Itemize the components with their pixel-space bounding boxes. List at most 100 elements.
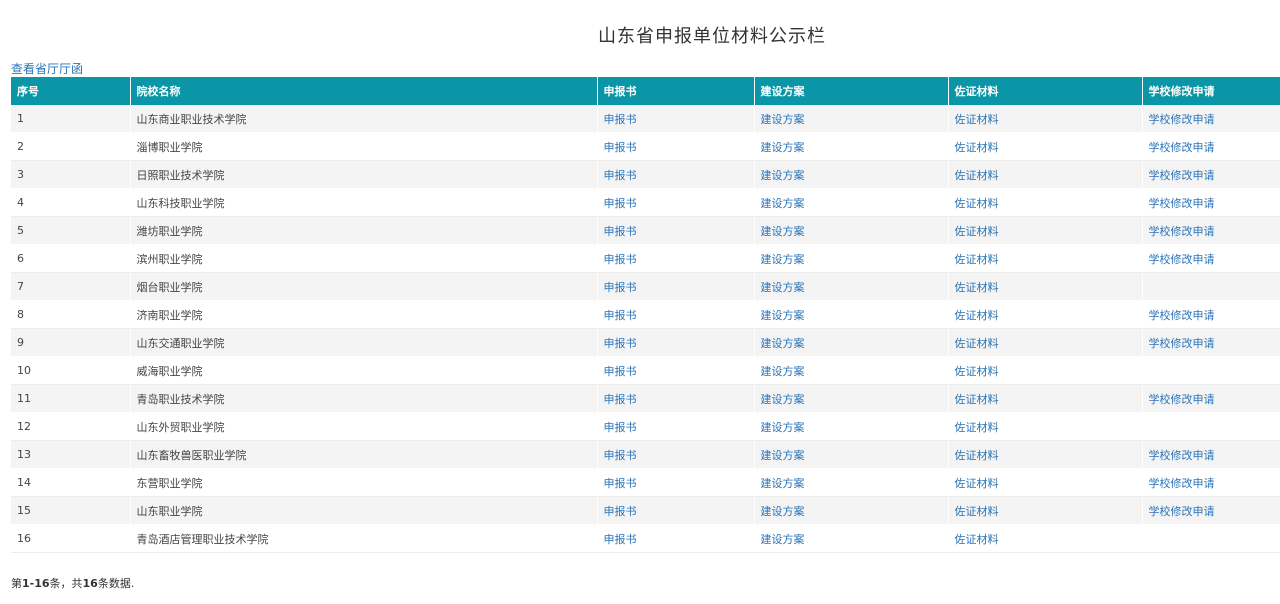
application-link[interactable]: 申报书 [604,225,637,238]
row-index: 6 [11,244,131,273]
supporting-materials-link[interactable]: 佐证材料 [955,337,999,350]
revision-request-link[interactable]: 学校修改申请 [1149,113,1215,126]
construction-plan-link[interactable]: 建设方案 [761,197,805,210]
application-link[interactable]: 申报书 [604,477,637,490]
construction-plan-link[interactable]: 建设方案 [761,533,805,546]
supporting-materials-link[interactable]: 佐证材料 [955,113,999,126]
row-cell-b: 建设方案 [754,412,949,441]
supporting-materials-link[interactable]: 佐证材料 [955,449,999,462]
row-cell-a: 申报书 [597,216,755,245]
supporting-materials-link[interactable]: 佐证材料 [955,141,999,154]
revision-request-link[interactable]: 学校修改申请 [1149,393,1215,406]
construction-plan-link[interactable]: 建设方案 [761,449,805,462]
application-link[interactable]: 申报书 [604,449,637,462]
row-cell-d: 学校修改申请 [1142,300,1280,329]
application-link[interactable]: 申报书 [604,365,637,378]
revision-request-link[interactable]: 学校修改申请 [1149,141,1215,154]
row-cell-b: 建设方案 [754,272,949,301]
application-link[interactable]: 申报书 [604,505,637,518]
application-link[interactable]: 申报书 [604,337,637,350]
materials-table: 序号 院校名称 申报书 建设方案 佐证材料 学校修改申请 1 山东商业职业技术学院… [11,77,1280,553]
application-link[interactable]: 申报书 [604,253,637,266]
row-index: 2 [11,132,131,161]
construction-plan-link[interactable]: 建设方案 [761,225,805,238]
construction-plan-link[interactable]: 建设方案 [761,141,805,154]
revision-request-link[interactable]: 学校修改申请 [1149,253,1215,266]
application-link[interactable]: 申报书 [604,533,637,546]
supporting-materials-link[interactable]: 佐证材料 [955,505,999,518]
construction-plan-link[interactable]: 建设方案 [761,253,805,266]
summary-total: 16 [82,577,98,590]
table-row: 5 潍坊职业学院 申报书 建设方案 佐证材料 学校修改申请 [11,216,1280,245]
supporting-materials-link[interactable]: 佐证材料 [955,225,999,238]
row-cell-c: 佐证材料 [948,244,1143,273]
construction-plan-link[interactable]: 建设方案 [761,505,805,518]
row-cell-a: 申报书 [597,468,755,497]
revision-request-link[interactable]: 学校修改申请 [1149,477,1215,490]
supporting-materials-link[interactable]: 佐证材料 [955,365,999,378]
revision-request-link[interactable]: 学校修改申请 [1149,505,1215,518]
row-cell-b: 建设方案 [754,356,949,385]
application-link[interactable]: 申报书 [604,197,637,210]
row-index: 4 [11,188,131,217]
row-index: 1 [11,105,131,133]
construction-plan-link[interactable]: 建设方案 [761,113,805,126]
page: 山东省申报单位材料公示栏 查看省厅厅函 序号 院校名称 申报书 建设方案 佐证材… [0,0,1280,604]
row-index: 9 [11,328,131,357]
application-link[interactable]: 申报书 [604,281,637,294]
application-link[interactable]: 申报书 [604,169,637,182]
revision-request-link[interactable]: 学校修改申请 [1149,197,1215,210]
row-cell-b: 建设方案 [754,328,949,357]
supporting-materials-link[interactable]: 佐证材料 [955,393,999,406]
supporting-materials-link[interactable]: 佐证材料 [955,533,999,546]
table-row: 11 青岛职业技术学院 申报书 建设方案 佐证材料 学校修改申请 [11,384,1280,413]
construction-plan-link[interactable]: 建设方案 [761,393,805,406]
row-cell-b: 建设方案 [754,440,949,469]
table-row: 4 山东科技职业学院 申报书 建设方案 佐证材料 学校修改申请 [11,188,1280,217]
header-school-name: 院校名称 [130,77,598,105]
supporting-materials-link[interactable]: 佐证材料 [955,309,999,322]
row-cell-c: 佐证材料 [948,524,1143,553]
construction-plan-link[interactable]: 建设方案 [761,365,805,378]
row-cell-b: 建设方案 [754,160,949,189]
row-index: 10 [11,356,131,385]
supporting-materials-link[interactable]: 佐证材料 [955,421,999,434]
revision-request-link[interactable]: 学校修改申请 [1149,225,1215,238]
application-link[interactable]: 申报书 [604,113,637,126]
view-provincial-letter-link[interactable]: 查看省厅厅函 [11,60,83,77]
row-cell-c: 佐证材料 [948,216,1143,245]
table-row: 7 烟台职业学院 申报书 建设方案 佐证材料 [11,272,1280,301]
application-link[interactable]: 申报书 [604,393,637,406]
construction-plan-link[interactable]: 建设方案 [761,169,805,182]
application-link[interactable]: 申报书 [604,421,637,434]
revision-request-link[interactable]: 学校修改申请 [1149,309,1215,322]
page-title: 山东省申报单位材料公示栏 [598,26,826,47]
row-index: 15 [11,496,131,525]
supporting-materials-link[interactable]: 佐证材料 [955,253,999,266]
construction-plan-link[interactable]: 建设方案 [761,309,805,322]
header-row: 序号 院校名称 申报书 建设方案 佐证材料 学校修改申请 [11,77,1280,105]
row-cell-d [1142,356,1280,385]
supporting-materials-link[interactable]: 佐证材料 [955,281,999,294]
supporting-materials-link[interactable]: 佐证材料 [955,197,999,210]
supporting-materials-link[interactable]: 佐证材料 [955,169,999,182]
application-link[interactable]: 申报书 [604,141,637,154]
row-school-name: 威海职业学院 [130,356,598,385]
row-cell-b: 建设方案 [754,496,949,525]
construction-plan-link[interactable]: 建设方案 [761,281,805,294]
construction-plan-link[interactable]: 建设方案 [761,337,805,350]
header-revision-request: 学校修改申请 [1142,77,1280,105]
construction-plan-link[interactable]: 建设方案 [761,477,805,490]
row-index: 3 [11,160,131,189]
table-row: 6 滨州职业学院 申报书 建设方案 佐证材料 学校修改申请 [11,244,1280,273]
table-body: 1 山东商业职业技术学院 申报书 建设方案 佐证材料 学校修改申请 2 淄博职业学院 申报书 建设… [11,105,1280,553]
row-school-name: 青岛职业技术学院 [130,384,598,413]
revision-request-link[interactable]: 学校修改申请 [1149,449,1215,462]
revision-request-link[interactable]: 学校修改申请 [1149,169,1215,182]
construction-plan-link[interactable]: 建设方案 [761,421,805,434]
revision-request-link[interactable]: 学校修改申请 [1149,337,1215,350]
table-header: 序号 院校名称 申报书 建设方案 佐证材料 学校修改申请 [11,77,1280,105]
header-supporting-materials: 佐证材料 [948,77,1143,105]
supporting-materials-link[interactable]: 佐证材料 [955,477,999,490]
application-link[interactable]: 申报书 [604,309,637,322]
